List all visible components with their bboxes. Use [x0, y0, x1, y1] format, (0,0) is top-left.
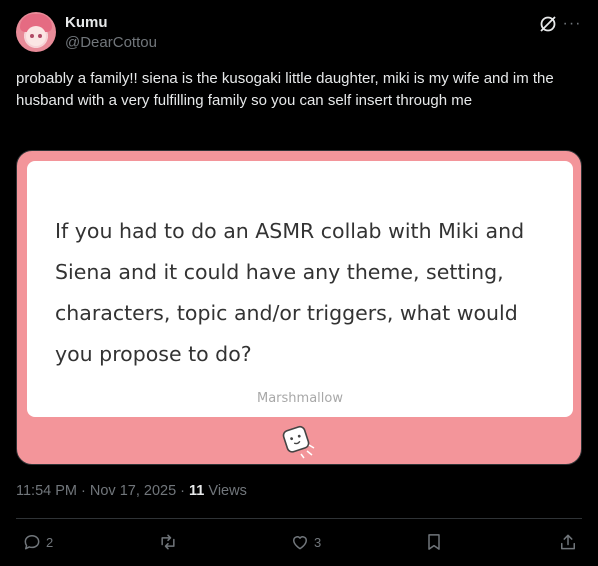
reply-icon	[24, 535, 40, 550]
avatar[interactable]	[16, 12, 56, 52]
grok-icon[interactable]	[538, 14, 558, 34]
post-header: Kumu @DearCottou ···	[16, 12, 582, 54]
marshmallow-icon	[282, 425, 315, 459]
like-button[interactable]: 3	[290, 530, 321, 554]
reply-button[interactable]: 2	[22, 530, 53, 554]
bookmark-button[interactable]	[424, 530, 444, 554]
post-time[interactable]: 11:54 PM	[16, 483, 77, 499]
divider	[16, 518, 582, 519]
bookmark-icon	[428, 534, 440, 550]
repost-button[interactable]	[158, 530, 182, 554]
author-handle[interactable]: @DearCottou	[65, 34, 157, 51]
post-meta: 11:54 PM · Nov 17, 2025 · 11 Views	[16, 483, 247, 499]
action-bar: 2 3	[0, 530, 598, 554]
media-card[interactable]: If you had to do an ASMR collab with Mik…	[16, 150, 582, 465]
post-date[interactable]: Nov 17, 2025	[90, 483, 176, 499]
question-text: If you had to do an ASMR collab with Mik…	[55, 219, 525, 366]
meta-separator: ·	[77, 483, 90, 499]
more-icon[interactable]: ···	[562, 14, 582, 34]
post-text: probably a family!! siena is the kusogak…	[16, 70, 554, 109]
views-count: 11	[189, 483, 205, 499]
like-count: 3	[314, 534, 322, 550]
like-icon	[293, 536, 307, 550]
question-card: If you had to do an ASMR collab with Mik…	[27, 161, 573, 417]
views-label: Views	[208, 483, 247, 499]
reply-count: 2	[46, 534, 54, 550]
repost-icon	[161, 534, 175, 550]
author-name[interactable]: Kumu	[65, 14, 108, 31]
share-button[interactable]	[558, 530, 578, 554]
brand-label: Marshmallow	[257, 391, 343, 406]
meta-separator-2: ·	[176, 483, 190, 499]
share-icon	[561, 534, 575, 550]
